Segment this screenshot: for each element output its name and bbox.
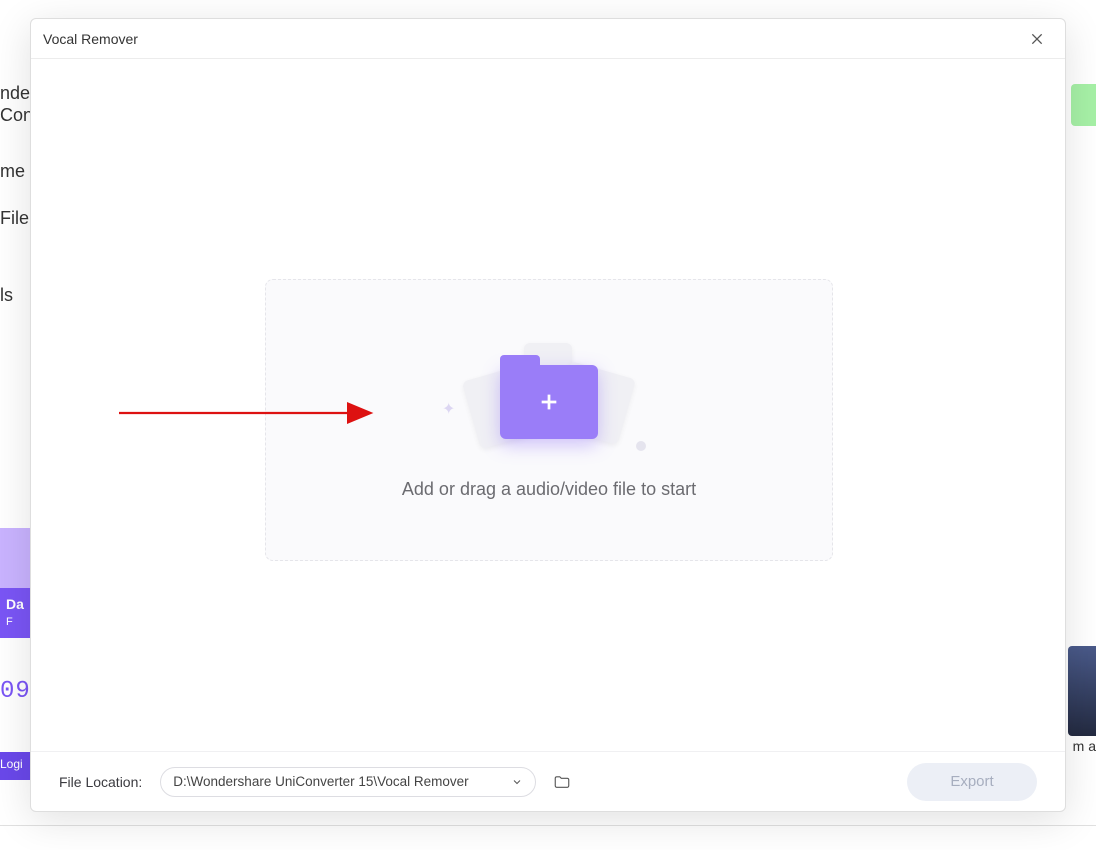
bg-green-accent [1071,84,1096,126]
bg-time-fragment: 09 [0,678,31,705]
dropzone-illustration: ✦ [464,341,634,451]
bg-text-fragment: F [6,616,13,628]
sparkle-icon: ✦ [442,399,455,419]
bg-text-fragment: Logi [0,757,23,771]
bg-thumbnail [1068,646,1096,736]
bg-purple-block: Logi [0,752,30,780]
modal-body: ✦ Add or drag a audio/video file to star… [31,59,1065,751]
bg-text-fragment: me [0,161,25,182]
bg-divider [0,825,1096,826]
bg-purple-block [0,528,30,588]
bg-text-fragment: ls [0,285,13,306]
file-dropzone[interactable]: ✦ Add or drag a audio/video file to star… [265,279,833,561]
file-location-label: File Location: [59,774,142,790]
bg-text-fragment: Con [0,105,33,126]
file-location-dropdown[interactable]: D:\Wondershare UniConverter 15\Vocal Rem… [160,767,536,797]
chevron-down-icon [511,776,523,788]
dot-decor [636,441,646,451]
modal-title: Vocal Remover [43,31,138,47]
folder-icon [500,365,598,439]
folder-icon [553,773,571,791]
dropzone-prompt: Add or drag a audio/video file to start [402,479,696,500]
vocal-remover-modal: Vocal Remover ✦ Add or drag a audio/v [30,18,1066,812]
browse-folder-button[interactable] [550,770,574,794]
export-button-label: Export [950,773,993,790]
modal-footer: File Location: D:\Wondershare UniConvert… [31,751,1065,811]
bg-purple-block: Da F [0,588,30,638]
close-icon [1029,31,1045,47]
plus-icon [500,365,598,439]
close-button[interactable] [1023,25,1051,53]
bg-text-fragment: Da [6,596,24,612]
bg-text-fragment: File [0,208,29,229]
modal-header: Vocal Remover [31,19,1065,59]
bg-text-fragment: m a [1073,738,1096,754]
file-location-path: D:\Wondershare UniConverter 15\Vocal Rem… [173,774,468,789]
export-button[interactable]: Export [907,763,1037,801]
